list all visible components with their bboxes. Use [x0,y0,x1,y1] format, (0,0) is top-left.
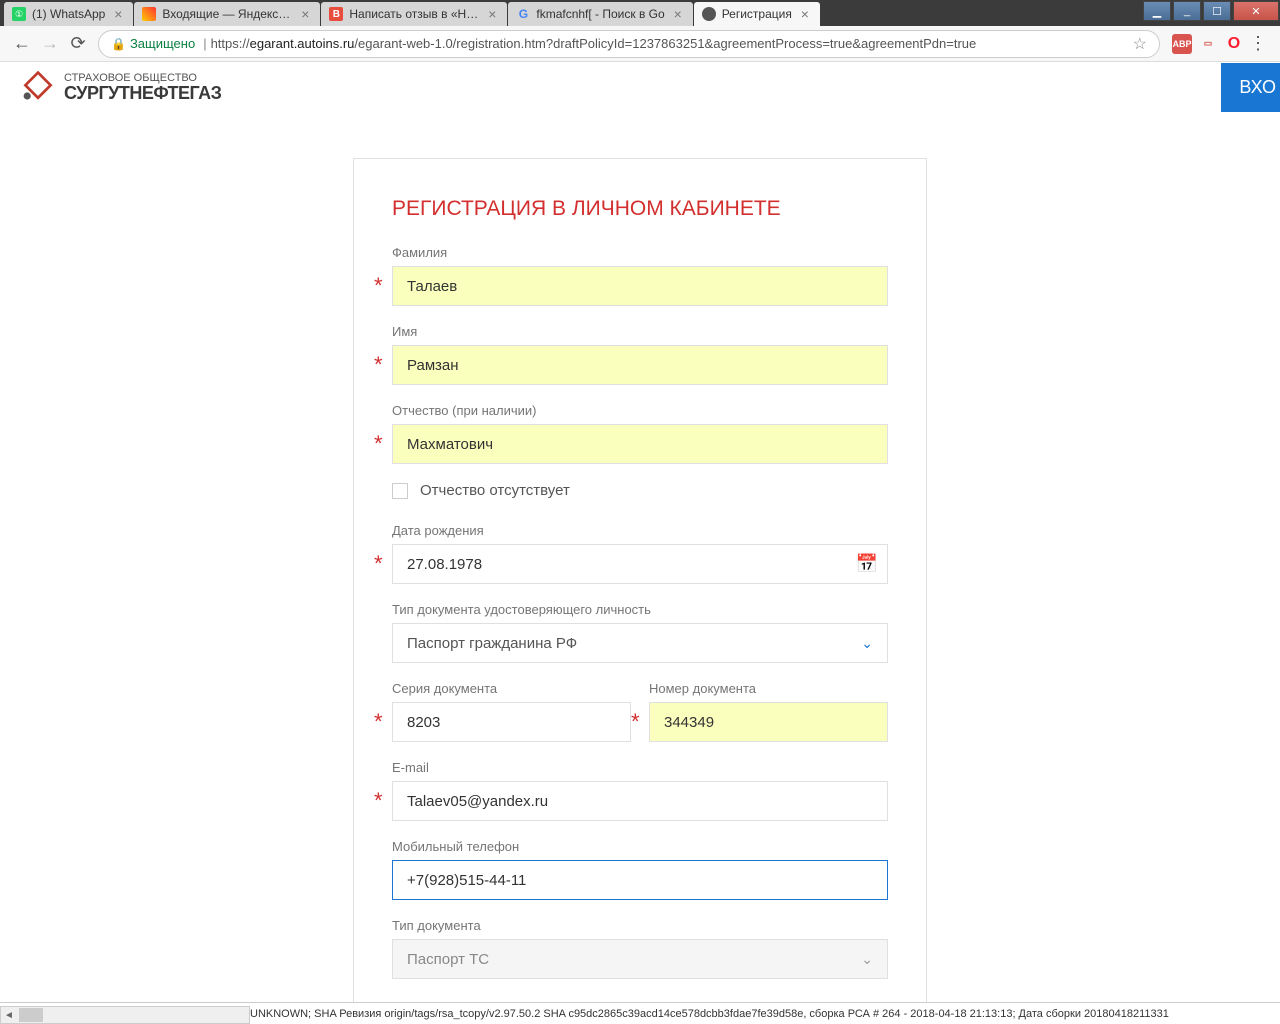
logo-subtitle: СТРАХОВОЕ ОБЩЕСТВО [64,73,221,84]
menu-button[interactable]: ⋮ [1244,30,1272,58]
number-input[interactable] [649,702,888,742]
page-icon [702,7,716,21]
series-input[interactable] [392,702,631,742]
series-label: Серия документа [392,681,631,696]
horizontal-scrollbar[interactable]: ◄ [0,1006,250,1024]
forward-button: → [36,30,64,58]
registration-form: РЕГИСТРАЦИЯ В ЛИЧНОМ КАБИНЕТЕ Фамилия * … [353,158,927,1002]
required-marker: * [374,703,392,741]
opera-icon[interactable]: O [1224,34,1244,54]
abp-icon[interactable]: ABP [1172,34,1192,54]
field-dob: Дата рождения * 📅 [392,523,888,584]
patronymic-label: Отчество (при наличии) [392,403,888,418]
field-series: Серия документа * [392,681,631,742]
dob-input[interactable] [392,544,888,584]
doctype-value: Паспорт гражданина РФ [407,635,577,652]
address-bar: ← → ⟳ 🔒 Защищено | https://egarant.autoi… [0,26,1280,62]
logo[interactable]: СТРАХОВОЕ ОБЩЕСТВО СУРГУТНЕФТЕГАЗ [20,69,221,105]
tab-review[interactable]: В Написать отзыв в «Наро × [321,2,507,26]
close-icon[interactable]: × [485,7,499,21]
doctype-select[interactable]: Паспорт гражданина РФ ⌄ [392,623,888,663]
window-minimize-alt[interactable]: ▁ [1143,1,1171,21]
reload-button[interactable]: ⟳ [64,30,92,58]
browser-tab-strip: ① (1) WhatsApp × Входящие — Яндекс.По × … [0,0,1280,26]
required-marker: * [374,545,392,583]
field-number: Номер документа * [649,681,888,742]
name-label: Имя [392,324,888,339]
required-marker: * [374,782,392,820]
window-controls: ▁ _ ☐ ✕ [1142,0,1280,26]
surname-label: Фамилия [392,245,888,260]
doctype2-value: Паспорт ТС [407,951,489,968]
tab-google[interactable]: G fkmafcnhf[ - Поиск в Go × [508,2,692,26]
chevron-down-icon: ⌄ [861,951,873,968]
tab-title: Написать отзыв в «Наро [349,7,479,21]
email-label: E-mail [392,760,888,775]
tab-title: fkmafcnhf[ - Поиск в Go [536,7,664,21]
tab-registration[interactable]: Регистрация × [694,2,820,26]
url-text: https://egarant.autoins.ru/egarant-web-1… [211,36,1129,51]
tab-title: Регистрация [722,7,792,21]
dob-label: Дата рождения [392,523,888,538]
url-input[interactable]: 🔒 Защищено | https://egarant.autoins.ru/… [98,30,1160,58]
status-bar: ◄ UNKNOWN; SHA Ревизия origin/tags/rsa_t… [0,1002,1280,1024]
no-patronymic-row: Отчество отсутствует [392,482,888,499]
tab-title: Входящие — Яндекс.По [162,7,292,21]
phone-label: Мобильный телефон [392,839,888,854]
tab-yandex[interactable]: Входящие — Яндекс.По × [134,2,320,26]
logo-icon [20,69,56,105]
tab-whatsapp[interactable]: ① (1) WhatsApp × [4,2,133,26]
no-patronymic-checkbox[interactable] [392,483,408,499]
review-icon: В [329,7,343,21]
close-icon[interactable]: × [111,7,125,21]
name-input[interactable] [392,345,888,385]
chevron-down-icon: ⌄ [861,635,873,652]
google-icon: G [516,7,530,21]
secure-label: Защищено [130,36,195,51]
field-name: Имя * [392,324,888,385]
phone-input[interactable] [392,860,888,900]
login-button[interactable]: ВХО [1221,63,1280,112]
close-icon[interactable]: × [671,7,685,21]
logo-title: СУРГУТНЕФТЕГАЗ [64,84,221,102]
close-icon[interactable]: × [298,7,312,21]
secure-indicator: 🔒 Защищено [111,36,195,51]
number-label: Номер документа [649,681,888,696]
calendar-icon[interactable]: 📅 [856,554,878,575]
field-patronymic: Отчество (при наличии) * [392,403,888,464]
patronymic-input[interactable] [392,424,888,464]
no-patronymic-label: Отчество отсутствует [420,482,570,499]
field-doctype: Тип документа удостоверяющего личность П… [392,602,888,663]
site-header: СТРАХОВОЕ ОБЩЕСТВО СУРГУТНЕФТЕГАЗ ВХО [0,62,1280,112]
yandex-icon [142,7,156,21]
required-marker: * [374,425,392,463]
required-marker: * [374,267,392,305]
scroll-thumb[interactable] [19,1008,43,1022]
form-title: РЕГИСТРАЦИЯ В ЛИЧНОМ КАБИНЕТЕ [392,197,888,221]
field-phone: Мобильный телефон [392,839,888,900]
page-content: СТРАХОВОЕ ОБЩЕСТВО СУРГУТНЕФТЕГАЗ ВХО РЕ… [0,62,1280,1002]
lock-icon: 🔒 [111,37,126,51]
back-button[interactable]: ← [8,30,36,58]
required-marker: * [631,703,649,741]
doctype-label: Тип документа удостоверяющего личность [392,602,888,617]
scroll-left-icon[interactable]: ◄ [1,1010,17,1021]
tab-title: (1) WhatsApp [32,7,105,21]
whatsapp-icon: ① [12,7,26,21]
doctype2-label: Тип документа [392,918,888,933]
window-minimize[interactable]: _ [1173,1,1201,21]
bookmark-icon[interactable]: ☆ [1133,34,1147,54]
window-close[interactable]: ✕ [1233,1,1279,21]
youtube-icon[interactable]: ▭ [1198,34,1218,54]
field-doctype2: Тип документа Паспорт ТС ⌄ [392,918,888,979]
close-icon[interactable]: × [798,7,812,21]
window-maximize[interactable]: ☐ [1203,1,1231,21]
doctype2-select[interactable]: Паспорт ТС ⌄ [392,939,888,979]
surname-input[interactable] [392,266,888,306]
required-marker: * [374,346,392,384]
field-email: E-mail * [392,760,888,821]
field-surname: Фамилия * [392,245,888,306]
email-input[interactable] [392,781,888,821]
